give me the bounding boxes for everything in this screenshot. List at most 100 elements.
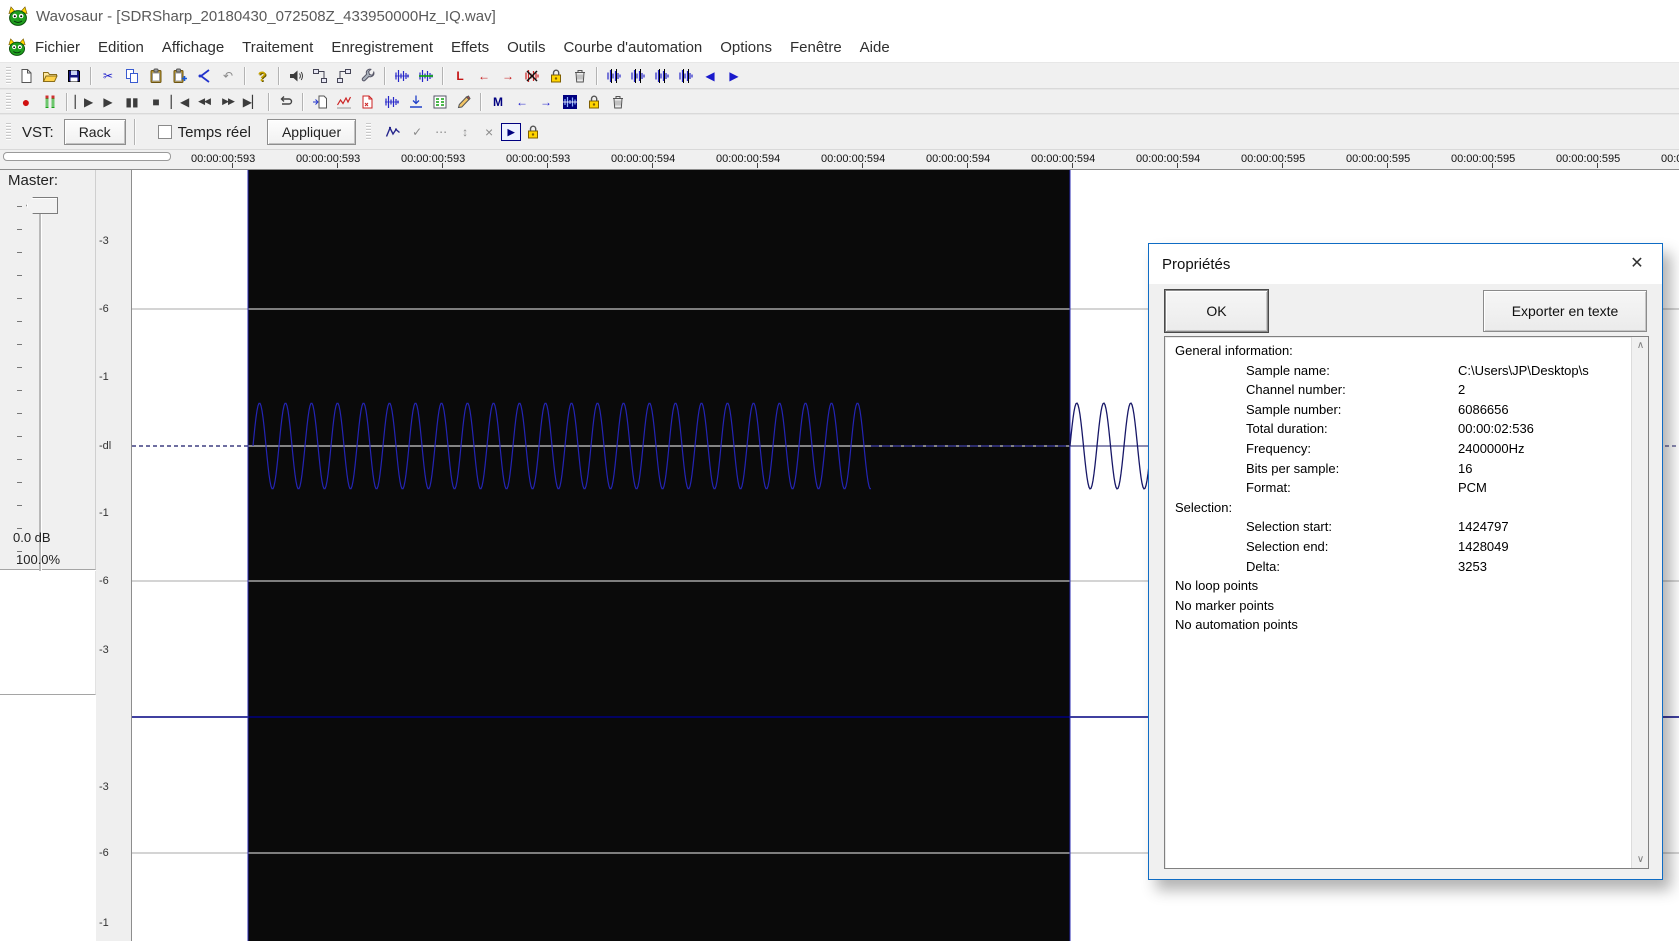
vst-rack-button[interactable]: Rack <box>63 119 126 145</box>
menu-traitement[interactable]: Traitement <box>233 35 322 60</box>
save-file-button[interactable] <box>62 65 86 86</box>
loop-mode-button[interactable] <box>274 91 298 112</box>
spectral-doc-button[interactable] <box>356 91 380 112</box>
sample-table-button[interactable] <box>428 91 452 112</box>
go-to-start-button[interactable]: ▏◀ <box>168 91 192 112</box>
marker-lock-button[interactable] <box>582 91 606 112</box>
vst-apply-button[interactable]: Appliquer <box>266 119 357 145</box>
info-row: Sample name: C:\Users\JP\Desktop\s <box>1246 362 1589 378</box>
play-button[interactable]: ▶ <box>96 91 120 112</box>
copy-wave-button[interactable] <box>414 65 438 86</box>
zoom-all-button[interactable] <box>674 65 698 86</box>
loop-lock-button[interactable] <box>544 65 568 86</box>
menu-courbe-automation[interactable]: Courbe d'automation <box>554 35 711 60</box>
left-sub-panel <box>0 571 96 695</box>
playback-device-button[interactable] <box>284 65 308 86</box>
toolbar-separator <box>66 92 68 111</box>
routing-icon <box>312 68 328 84</box>
automation-points-button[interactable]: ⋯ <box>429 122 453 143</box>
document-icon[interactable] <box>8 38 26 56</box>
dialog-title-bar[interactable]: Propriétés <box>1149 244 1662 284</box>
loop-point-left-button[interactable]: ← <box>472 65 496 86</box>
loop-points-clear-button[interactable] <box>520 65 544 86</box>
menu-effets[interactable]: Effets <box>442 35 498 60</box>
automation-play-button[interactable]: ▶ <box>501 123 522 141</box>
scroll-down-icon[interactable]: ∨ <box>1632 851 1648 868</box>
realtime-checkbox[interactable] <box>157 125 172 139</box>
automation-curve-button[interactable] <box>381 122 405 143</box>
zoom-selection-button[interactable] <box>602 65 626 86</box>
menu-affichage[interactable]: Affichage <box>153 35 233 60</box>
close-icon[interactable]: ✕ <box>1622 250 1652 276</box>
insert-file-button[interactable] <box>308 91 332 112</box>
cut-button[interactable]: ✂ <box>96 65 120 86</box>
rewind-button[interactable]: ◀◀ <box>192 91 216 112</box>
automation-delete-button[interactable]: × <box>477 122 501 143</box>
automation-apply-button[interactable]: ✓ <box>405 122 429 143</box>
vst-routing-alt-button[interactable] <box>332 65 356 86</box>
export-text-button[interactable]: Exporter en texte <box>1483 290 1647 332</box>
menu-fenetre[interactable]: Fenêtre <box>781 35 851 60</box>
play-from-cursor-button[interactable]: ▏▶ <box>72 91 96 112</box>
help-button[interactable]: ? <box>250 65 274 86</box>
loop-delete-button[interactable] <box>568 65 592 86</box>
master-slider-track[interactable] <box>39 200 42 577</box>
vst-label: VST: <box>22 123 54 141</box>
go-previous-view-button[interactable]: ◀ <box>698 65 722 86</box>
menu-enregistrement[interactable]: Enregistrement <box>322 35 442 60</box>
loop-point-right-button[interactable]: → <box>496 65 520 86</box>
stop-button[interactable]: ■ <box>144 91 168 112</box>
menu-options[interactable]: Options <box>711 35 781 60</box>
go-to-end-button[interactable]: ▶▏ <box>240 91 264 112</box>
menu-aide[interactable]: Aide <box>851 35 899 60</box>
rewind-icon: ◀◀ <box>198 96 211 106</box>
fast-forward-button[interactable]: ▶▶ <box>216 91 240 112</box>
marker-delete-button[interactable] <box>606 91 630 112</box>
statistics-button[interactable] <box>332 91 356 112</box>
zoom-in-button[interactable] <box>626 65 650 86</box>
record-button[interactable]: ● <box>14 91 38 112</box>
speaker-icon <box>288 68 304 84</box>
marker-selection-button[interactable] <box>558 91 582 112</box>
marker-set-button[interactable]: M <box>486 91 510 112</box>
toolbar-grip[interactable] <box>6 92 11 111</box>
loop-point-set-button[interactable]: L <box>448 65 472 86</box>
automation-scale-button[interactable]: ↕ <box>453 122 477 143</box>
paste-button[interactable] <box>144 65 168 86</box>
crop-selection-button[interactable] <box>192 65 216 86</box>
undo-button[interactable]: ↶ <box>216 65 240 86</box>
toolbar-grip[interactable] <box>6 123 11 141</box>
settings-button[interactable] <box>356 65 380 86</box>
pause-button[interactable]: ▮▮ <box>120 91 144 112</box>
menu-outils[interactable]: Outils <box>498 35 554 60</box>
vst-routing-button[interactable] <box>308 65 332 86</box>
menu-fichier[interactable]: Fichier <box>26 35 89 60</box>
ruler-label: -3 <box>99 644 109 656</box>
scrollbar[interactable]: ∧ ∨ <box>1631 337 1648 868</box>
go-next-view-button[interactable]: ▶ <box>722 65 746 86</box>
draw-pencil-button[interactable] <box>452 91 476 112</box>
toolbar-grip[interactable] <box>366 123 372 141</box>
zoom-out-button[interactable] <box>650 65 674 86</box>
marker-previous-button[interactable]: ← <box>510 91 534 112</box>
resample-button[interactable] <box>380 91 404 112</box>
interpolate-button[interactable] <box>404 91 428 112</box>
ruler-label: -3 <box>99 235 109 247</box>
scroll-up-icon[interactable]: ∧ <box>1632 337 1648 354</box>
info-row: Selection: <box>1175 499 1233 515</box>
automation-lock-button[interactable] <box>521 122 545 143</box>
new-file-button[interactable] <box>14 65 38 86</box>
paste-wave-button[interactable] <box>390 65 414 86</box>
level-meter-button[interactable] <box>38 91 62 112</box>
master-slider-thumb[interactable] <box>26 197 58 214</box>
open-file-button[interactable] <box>38 65 62 86</box>
statistics-icon <box>336 94 352 110</box>
copy-button[interactable] <box>120 65 144 86</box>
timeline-ruler[interactable]: 00:00:00:593 00:00:00:593 00:00:00:593 0… <box>0 150 1679 170</box>
seek-bar[interactable] <box>3 152 171 161</box>
toolbar-grip[interactable] <box>6 66 11 85</box>
ok-button[interactable]: OK <box>1164 289 1269 333</box>
menu-edition[interactable]: Edition <box>89 35 153 60</box>
marker-next-button[interactable]: → <box>534 91 558 112</box>
paste-special-button[interactable] <box>168 65 192 86</box>
